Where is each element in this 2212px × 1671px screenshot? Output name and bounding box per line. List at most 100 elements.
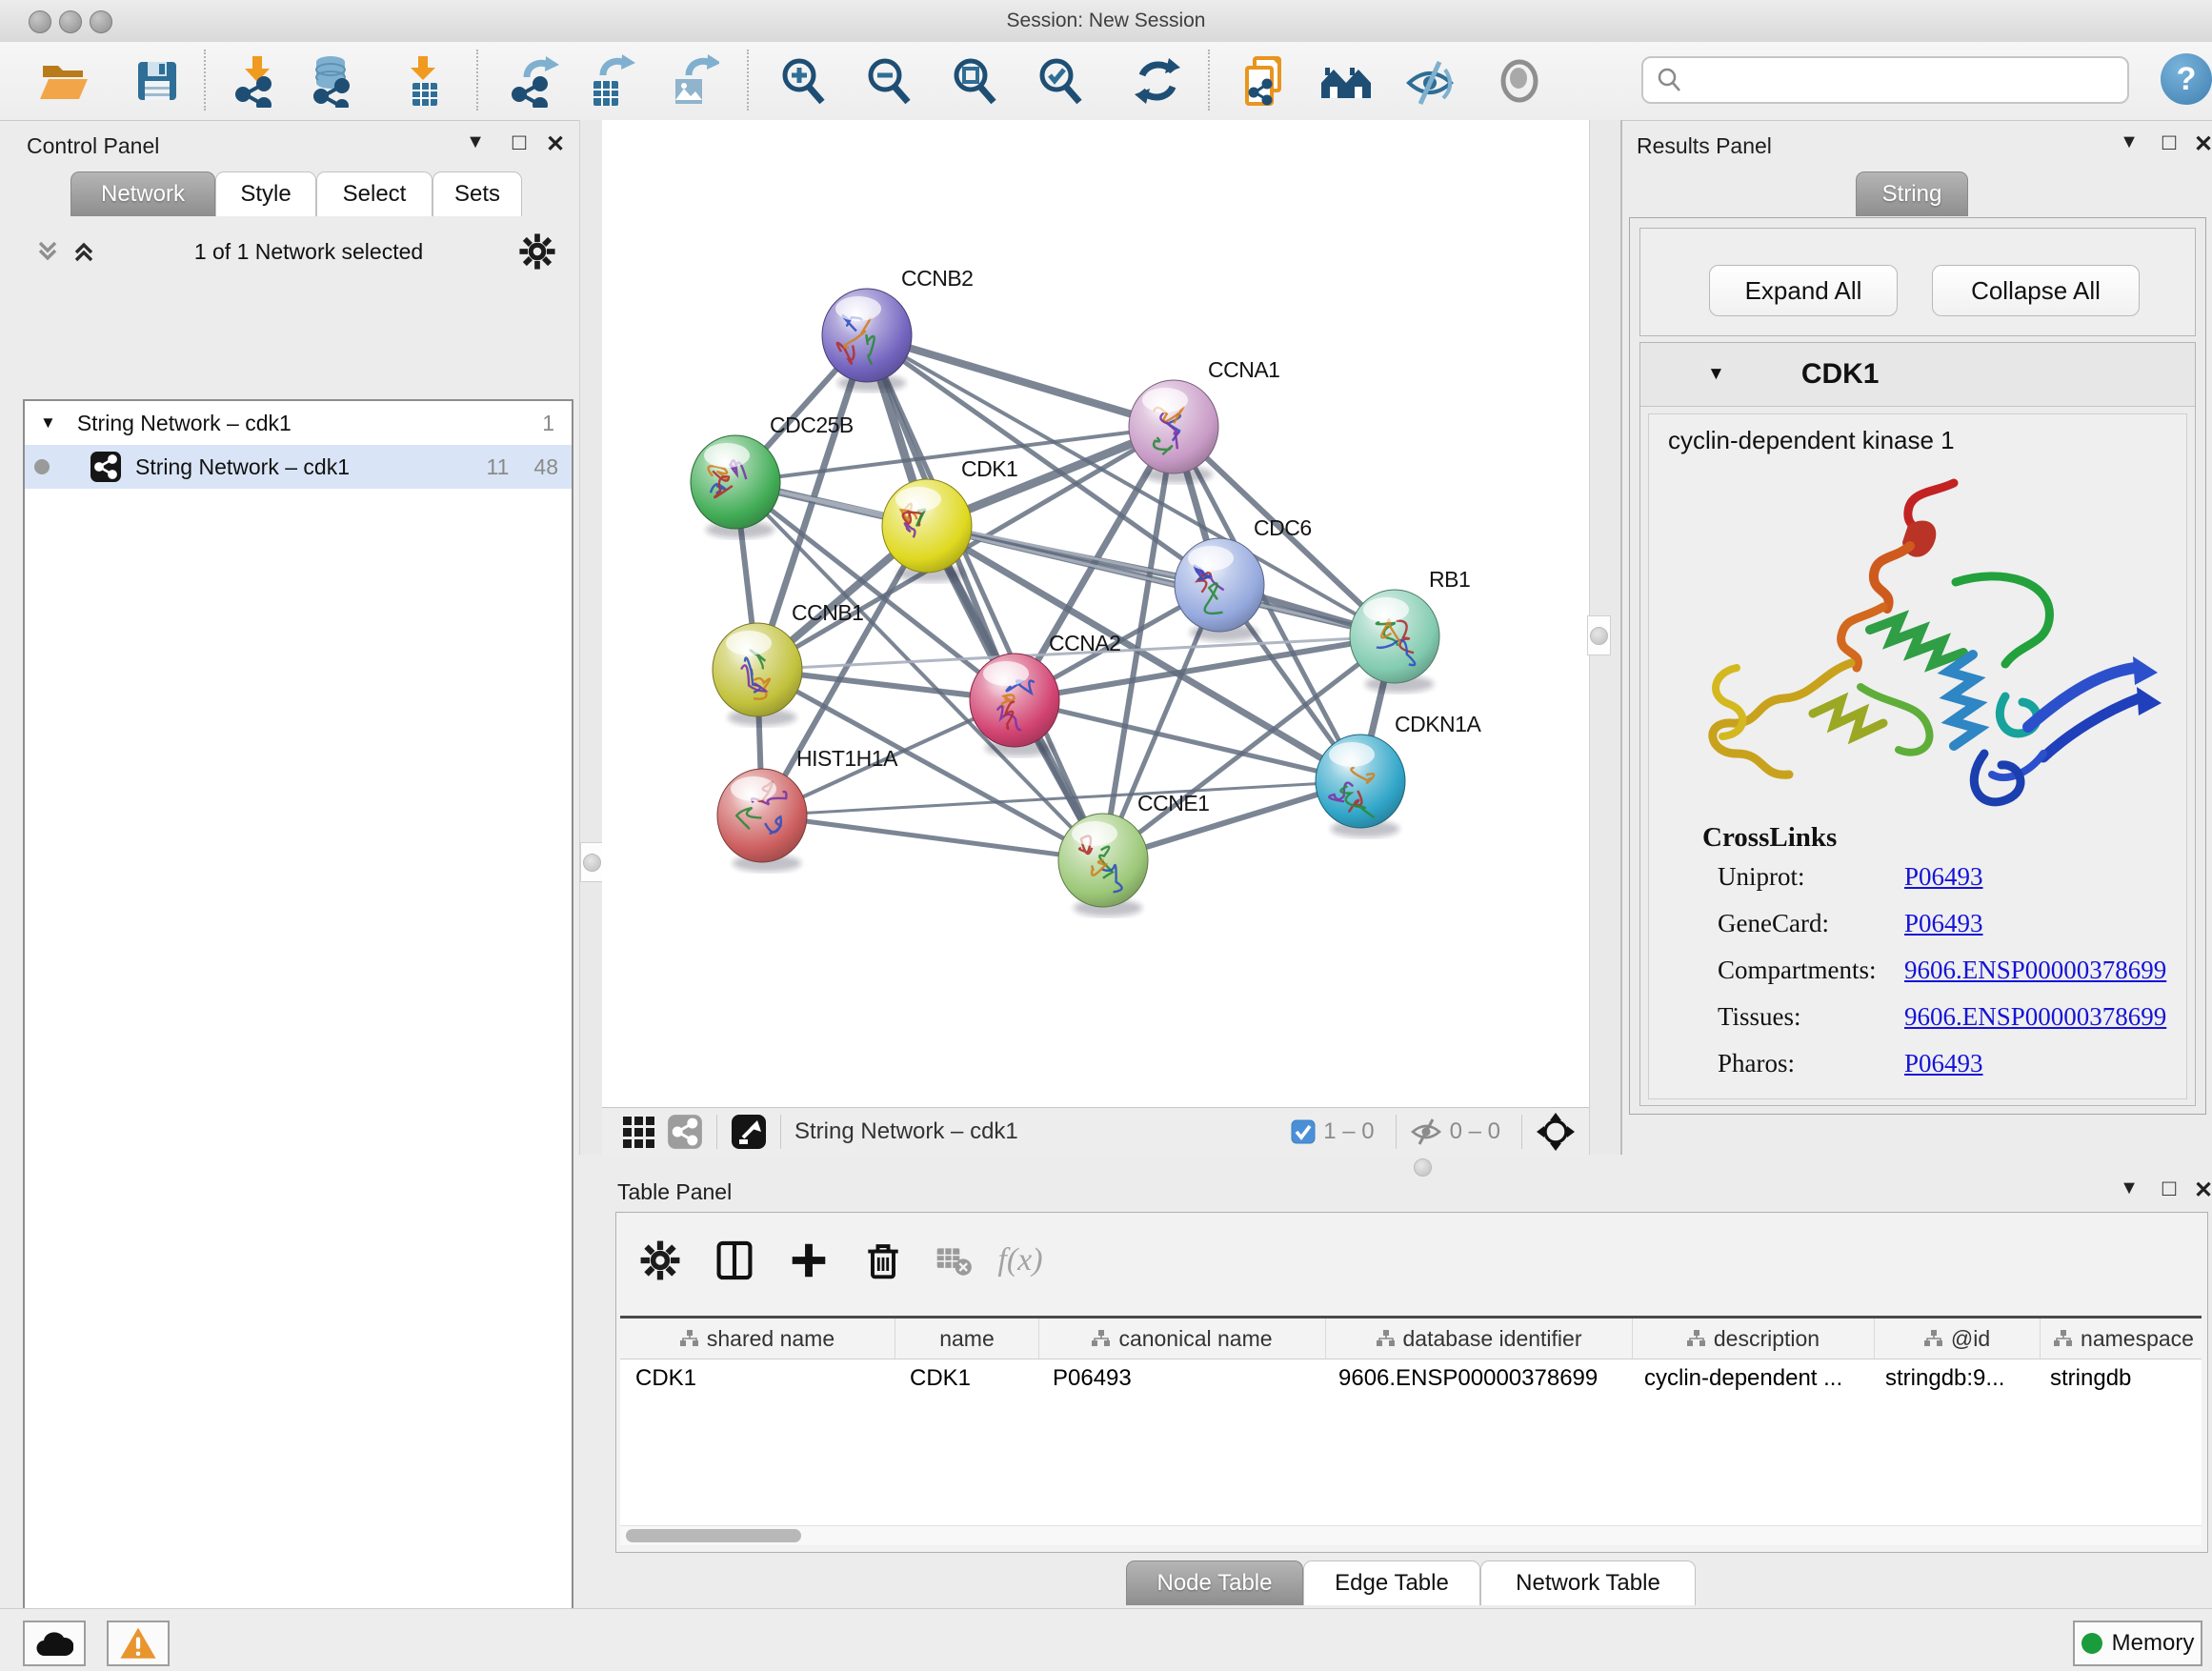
panel-float-icon[interactable]: □ bbox=[2153, 1176, 2185, 1202]
warnings-button[interactable] bbox=[107, 1621, 170, 1666]
show-hide-graphics-button[interactable] bbox=[1400, 51, 1459, 111]
table-settings-button[interactable] bbox=[633, 1234, 687, 1287]
column-header-canonical-name[interactable]: canonical name bbox=[1039, 1319, 1326, 1359]
zoom-in-button[interactable] bbox=[774, 51, 833, 111]
tab-network-table[interactable]: Network Table bbox=[1480, 1560, 1696, 1605]
crosslink-row: Pharos:P06493 bbox=[1718, 1049, 2175, 1078]
network-canvas[interactable]: CCNB2CCNA1CDC25BCDK1CDC6RB1CCNB1CCNA2CDK… bbox=[602, 120, 1589, 1107]
selected-checkbox-icon[interactable] bbox=[1291, 1119, 1316, 1144]
column-header-namespace[interactable]: namespace bbox=[2041, 1319, 2202, 1359]
share-view-icon[interactable] bbox=[667, 1114, 703, 1150]
column-header-database-identifier[interactable]: database identifier bbox=[1326, 1319, 1633, 1359]
collapse-triangle-icon[interactable]: ▼ bbox=[1707, 364, 1725, 385]
tab-string[interactable]: String bbox=[1856, 171, 1968, 216]
network-row[interactable]: String Network – cdk1 11 48 bbox=[25, 445, 572, 489]
level-of-detail-button[interactable] bbox=[1490, 51, 1549, 111]
tab-select[interactable]: Select bbox=[316, 171, 432, 216]
clone-network-icon bbox=[1237, 54, 1291, 108]
fx-label: f(x) bbox=[997, 1242, 1042, 1278]
left-splitter-handle[interactable] bbox=[580, 842, 604, 882]
clone-network-button[interactable] bbox=[1235, 51, 1294, 111]
node-result-header[interactable]: ▼ CDK1 bbox=[1640, 343, 2195, 407]
fit-selected-crosshair-icon[interactable] bbox=[1536, 1112, 1576, 1152]
column-header-name[interactable]: name bbox=[895, 1319, 1039, 1359]
left-splitter[interactable] bbox=[579, 120, 603, 1155]
panel-close-icon[interactable]: ✕ bbox=[2187, 1177, 2212, 1204]
expand-all-button[interactable]: Expand All bbox=[1709, 265, 1898, 316]
panel-close-icon[interactable]: ✕ bbox=[2187, 131, 2212, 158]
save-session-button[interactable] bbox=[128, 51, 187, 111]
panel-menu-icon[interactable]: ▼ bbox=[459, 131, 492, 153]
network-node-rb1[interactable]: RB1 bbox=[1350, 567, 1470, 693]
status-bar: Memory bbox=[0, 1608, 2212, 1671]
open-session-button[interactable] bbox=[34, 51, 93, 111]
memory-button[interactable]: Memory bbox=[2073, 1621, 2202, 1666]
table-cell: stringdb bbox=[2035, 1359, 2202, 1398]
panel-menu-icon[interactable]: ▼ bbox=[2113, 1178, 2145, 1199]
delete-table-button[interactable] bbox=[927, 1234, 980, 1287]
toolbar-separator bbox=[476, 50, 478, 111]
import-network-button[interactable] bbox=[227, 51, 286, 111]
refresh-view-button[interactable] bbox=[1128, 51, 1187, 111]
refresh-icon bbox=[1131, 54, 1184, 108]
network-node-ccnb1[interactable]: CCNB1 bbox=[713, 600, 863, 726]
search-input[interactable] bbox=[1691, 61, 2127, 99]
tab-sets[interactable]: Sets bbox=[432, 171, 522, 216]
import-database-button[interactable] bbox=[303, 51, 362, 111]
node-table: shared namenamecanonical namedatabase id… bbox=[620, 1316, 2202, 1526]
table-row[interactable]: CDK1CDK1P064939606.ENSP00000378699cyclin… bbox=[620, 1359, 2202, 1398]
crosslink-link[interactable]: P06493 bbox=[1904, 909, 1983, 938]
zoom-fit-button[interactable] bbox=[945, 51, 1004, 111]
zoom-selected-button[interactable] bbox=[1031, 51, 1090, 111]
add-column-button[interactable] bbox=[782, 1234, 835, 1287]
tab-style[interactable]: Style bbox=[215, 171, 316, 216]
crosslink-link[interactable]: 9606.ENSP00000378699 bbox=[1904, 1002, 2166, 1032]
export-network-button[interactable] bbox=[505, 51, 564, 111]
show-columns-button[interactable] bbox=[708, 1234, 761, 1287]
export-table-button[interactable] bbox=[579, 51, 638, 111]
crosslink-link[interactable]: P06493 bbox=[1904, 862, 1983, 892]
cloud-status-button[interactable] bbox=[23, 1621, 86, 1666]
network-node-ccna1[interactable]: CCNA1 bbox=[1129, 357, 1279, 483]
expand-all-icon[interactable] bbox=[69, 236, 99, 267]
gear-icon[interactable] bbox=[518, 232, 556, 271]
birds-eye-view-icon[interactable] bbox=[731, 1114, 767, 1150]
plus-icon bbox=[788, 1239, 830, 1281]
toolbar-separator bbox=[1208, 50, 1210, 111]
panel-menu-icon[interactable]: ▼ bbox=[2113, 131, 2145, 153]
node-label-rb1: RB1 bbox=[1429, 567, 1470, 592]
network-edge[interactable] bbox=[867, 335, 1103, 860]
collapse-all-icon[interactable] bbox=[32, 236, 63, 267]
network-edge[interactable] bbox=[762, 815, 1103, 860]
panel-close-icon[interactable]: ✕ bbox=[539, 131, 572, 158]
network-edge[interactable] bbox=[867, 335, 1174, 427]
table-hscrollbar-thumb[interactable] bbox=[626, 1529, 801, 1542]
collapse-all-button[interactable]: Collapse All bbox=[1932, 265, 2140, 316]
import-table-button[interactable] bbox=[394, 51, 453, 111]
delete-column-button[interactable] bbox=[856, 1234, 910, 1287]
help-button[interactable]: ? bbox=[2161, 53, 2212, 105]
function-builder-button[interactable]: f(x) bbox=[994, 1234, 1047, 1287]
memory-label: Memory bbox=[2112, 1630, 2195, 1657]
collapse-triangle-icon[interactable]: ▼ bbox=[40, 413, 56, 433]
tab-node-table[interactable]: Node Table bbox=[1126, 1560, 1303, 1605]
network-collection-row[interactable]: ▼ String Network – cdk1 1 bbox=[25, 401, 572, 445]
tab-label: Node Table bbox=[1157, 1570, 1273, 1597]
network-node-cdkn1a[interactable]: CDKN1A bbox=[1316, 712, 1481, 837]
crosslink-link[interactable]: P06493 bbox=[1904, 1049, 1983, 1078]
tab-edge-table[interactable]: Edge Table bbox=[1303, 1560, 1480, 1605]
grid-view-icon[interactable] bbox=[621, 1115, 655, 1149]
export-image-button[interactable] bbox=[663, 51, 722, 111]
network-node-cdk1[interactable]: CDK1 bbox=[882, 456, 1017, 582]
column-header--id[interactable]: @id bbox=[1875, 1319, 2041, 1359]
right-splitter-handle[interactable] bbox=[1587, 615, 1611, 655]
network-node-ccnb2[interactable]: CCNB2 bbox=[822, 266, 973, 392]
panel-float-icon[interactable]: □ bbox=[503, 130, 535, 156]
column-header-shared-name[interactable]: shared name bbox=[620, 1319, 895, 1359]
crosslink-link[interactable]: 9606.ENSP00000378699 bbox=[1904, 956, 2166, 985]
first-neighbors-button[interactable] bbox=[1317, 51, 1376, 111]
zoom-out-button[interactable] bbox=[859, 51, 918, 111]
panel-float-icon[interactable]: □ bbox=[2153, 130, 2185, 156]
column-header-description[interactable]: description bbox=[1633, 1319, 1875, 1359]
tab-network[interactable]: Network bbox=[70, 171, 215, 216]
